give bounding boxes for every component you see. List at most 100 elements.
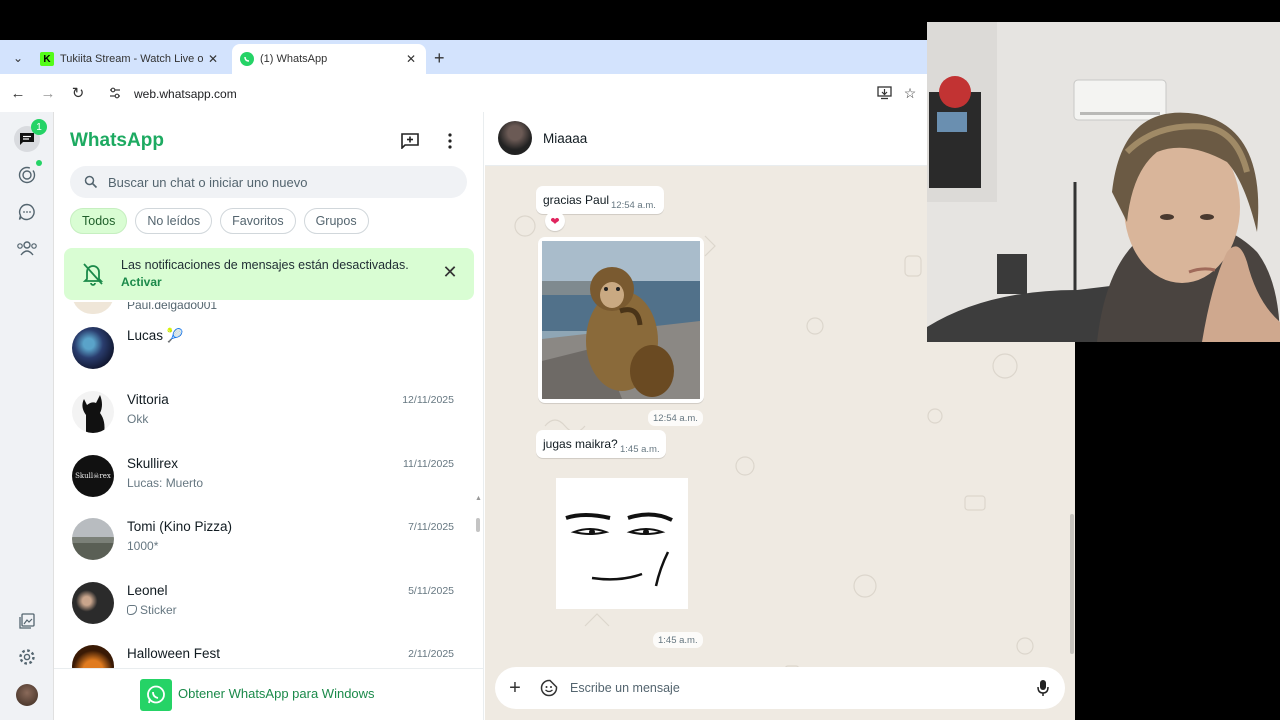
get-windows-app-label: Obtener WhatsApp para Windows (178, 686, 375, 701)
forward-icon[interactable]: → (38, 83, 58, 103)
close-banner-icon[interactable]: ✕ (440, 262, 460, 282)
chat-date: 11/11/2025 (403, 458, 454, 470)
chat-name: Skullirex (127, 456, 179, 471)
chat-name: Tomi (Kino Pizza) (127, 519, 233, 534)
screen: ⌄ K Tukiita Stream - Watch Live on ✕ (1)… (0, 0, 1280, 720)
search-placeholder: Buscar un chat o iniciar uno nuevo (108, 174, 308, 190)
avatar (72, 645, 114, 668)
menu-kebab-icon[interactable] (439, 130, 461, 152)
sticker-message[interactable] (556, 478, 688, 609)
filter-chips: Todos No leídos Favoritos Grupos (70, 208, 369, 234)
media-icon[interactable] (14, 608, 40, 634)
chat-sidebar: WhatsApp Buscar un chat o iniciar uno nu… (54, 112, 484, 720)
chat-item-tomi[interactable]: Tomi (Kino Pizza) 1000* 7/11/2025 (54, 507, 482, 571)
browser-window: ⌄ K Tukiita Stream - Watch Live on ✕ (1)… (0, 40, 1075, 720)
avatar[interactable] (498, 121, 532, 155)
chat-preview: Okk (127, 412, 149, 426)
tab-search-icon[interactable]: ⌄ (8, 48, 28, 68)
black-area (1075, 342, 1280, 720)
status-new-dot (36, 160, 42, 166)
chat-item-leonel[interactable]: Leonel Sticker 5/11/2025 (54, 571, 482, 635)
close-tab-icon[interactable]: ✕ (402, 52, 420, 66)
settings-gear-icon[interactable] (14, 644, 40, 670)
avatar (72, 327, 114, 369)
message-bubble: jugas maikra? 1:45 a.m. (536, 430, 666, 458)
heart-reaction-icon[interactable]: ❤ (545, 211, 565, 231)
avatar: Skull☠rex (72, 455, 114, 497)
profile-avatar[interactable] (16, 684, 38, 706)
status-icon[interactable] (14, 162, 40, 188)
message-time: 1:45 a.m. (653, 632, 703, 648)
partial-chat-preview: Paul.delgado001 (127, 302, 218, 312)
sidebar-scrollbar[interactable] (476, 518, 480, 532)
chat-name: Halloween Fest (127, 646, 221, 661)
get-windows-app-banner[interactable]: Obtener WhatsApp para Windows (54, 668, 483, 720)
scroll-up-icon[interactable]: ▲ (475, 495, 482, 502)
notification-message: Las notificaciones de mensajes están des… (121, 258, 409, 272)
chat-name: Lucas 🎾 (127, 328, 184, 343)
channels-icon[interactable] (14, 199, 40, 225)
nav-rail: 1 (0, 112, 54, 720)
tab-title: Tukiita Stream - Watch Live on (60, 53, 204, 65)
tab-whatsapp[interactable]: (1) WhatsApp ✕ (232, 44, 426, 74)
chat-date: 12/11/2025 (402, 394, 454, 406)
message-text: gracias Paul (543, 193, 610, 207)
chat-name: Vittoria (127, 392, 169, 407)
new-tab-icon[interactable]: + (434, 48, 445, 69)
sticker-emoji-icon[interactable] (539, 678, 559, 698)
reload-icon[interactable]: ↻ (68, 83, 88, 103)
filter-todos[interactable]: Todos (70, 208, 128, 234)
address-bar[interactable]: web.whatsapp.com (100, 80, 930, 108)
chat-item-vittoria[interactable]: Vittoria Okk 12/11/2025 (54, 380, 482, 444)
message-composer: + Escribe un mensaje (495, 667, 1065, 709)
attach-plus-icon[interactable]: + (505, 677, 525, 699)
filter-no-leidos[interactable]: No leídos (135, 208, 213, 234)
tennis-ball-icon: 🎾 (166, 328, 184, 343)
tab-title: (1) WhatsApp (260, 53, 328, 65)
chat-item-halloween-fest[interactable]: Halloween Fest 2/11/2025 (54, 634, 482, 668)
url-text: web.whatsapp.com (134, 87, 237, 101)
message-input[interactable]: Escribe un mensaje (570, 681, 680, 695)
filter-favoritos[interactable]: Favoritos (220, 208, 296, 234)
chat-date: 2/11/2025 (408, 648, 454, 660)
avatar (72, 582, 114, 624)
chat-preview: 1000* (127, 539, 159, 553)
search-icon (84, 175, 98, 189)
bell-off-icon (82, 263, 104, 286)
notifications-banner: Las notificaciones de mensajes están des… (64, 248, 474, 300)
close-tab-icon[interactable]: ✕ (204, 52, 222, 66)
sticker-icon (127, 605, 137, 615)
app-title: WhatsApp (70, 130, 164, 151)
conversation-scrollbar[interactable] (1070, 514, 1074, 654)
bookmark-star-icon[interactable]: ☆ (900, 83, 920, 103)
communities-icon[interactable] (14, 235, 40, 261)
tab-strip: ⌄ K Tukiita Stream - Watch Live on ✕ (1)… (0, 40, 1075, 74)
chat-preview: Lucas: Muerto (127, 476, 204, 490)
install-app-icon[interactable] (874, 83, 894, 103)
message-text: jugas maikra? (543, 437, 618, 451)
site-settings-icon[interactable] (108, 86, 124, 103)
avatar (72, 518, 114, 560)
unread-badge: 1 (31, 119, 47, 135)
whatsapp-favicon-icon (240, 52, 254, 66)
contact-name: Miaaaa (543, 131, 588, 146)
image-message[interactable] (538, 237, 704, 403)
monkey-photo (542, 241, 700, 399)
message-time: 1:45 a.m. (620, 444, 660, 455)
microphone-icon[interactable] (1033, 678, 1053, 698)
webcam-overlay (927, 22, 1280, 342)
filter-grupos[interactable]: Grupos (303, 208, 369, 234)
back-icon[interactable]: ← (8, 83, 28, 103)
chat-item-skullirex[interactable]: Skull☠rex Skullirex Lucas: Muerto 11/11/… (54, 444, 482, 508)
avatar (72, 391, 114, 433)
search-input[interactable]: Buscar un chat o iniciar uno nuevo (70, 166, 467, 198)
whatsapp-logo-icon (140, 679, 172, 711)
chat-date: 7/11/2025 (408, 521, 454, 533)
kick-favicon-icon: K (40, 52, 54, 66)
chat-preview: Sticker (127, 603, 177, 617)
chat-item-lucas[interactable]: Lucas 🎾 (54, 316, 482, 380)
activate-notifications-link[interactable]: Activar (121, 275, 162, 289)
tab-tukiita[interactable]: K Tukiita Stream - Watch Live on ✕ (32, 44, 228, 74)
new-chat-icon[interactable] (399, 130, 421, 152)
message-bubble: gracias Paul 12:54 a.m. (536, 186, 664, 214)
